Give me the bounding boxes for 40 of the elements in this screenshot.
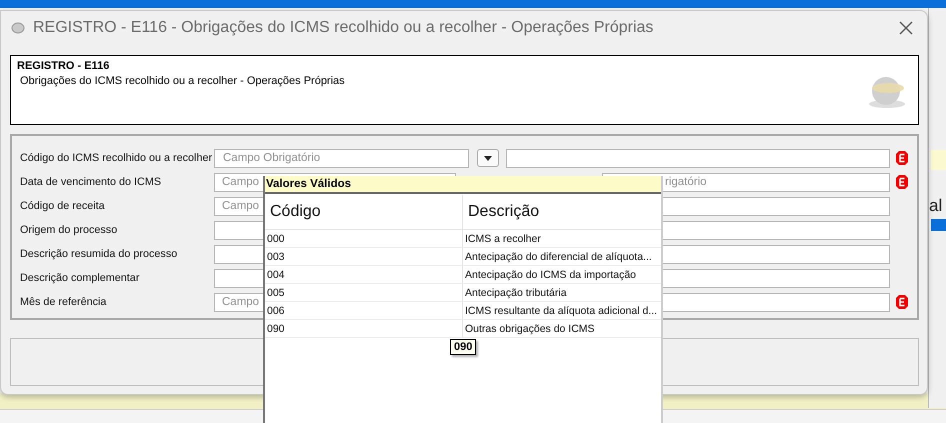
- input-field[interactable]: [506, 148, 890, 168]
- dropdown-button[interactable]: [477, 149, 499, 167]
- field-label: Descrição resumida do processo: [20, 248, 178, 260]
- code-cell: 004: [267, 268, 285, 280]
- description-cell: Antecipação do diferencial de alíquota...: [462, 248, 661, 265]
- column-header[interactable]: Código: [265, 195, 462, 229]
- field-label: Código do ICMS recolhido ou a recolher: [20, 152, 212, 164]
- field-label: Mês de referência: [20, 296, 106, 308]
- field-label: Código de receita: [20, 200, 105, 212]
- selection-bar: [931, 219, 946, 231]
- list-row[interactable]: 000 ICMS a recolher: [265, 230, 661, 248]
- field-label: Origem do processo: [20, 224, 118, 236]
- close-icon[interactable]: [899, 21, 913, 35]
- code-cell: 000: [267, 232, 285, 244]
- list-row[interactable]: 004 Antecipação do ICMS da importação: [265, 266, 661, 284]
- description-cell: ICMS resultante da alíquota adicional d...: [462, 302, 661, 319]
- background-text: al: [929, 196, 942, 216]
- record-code: REGISTRO - E116: [17, 60, 110, 72]
- list-row[interactable]: 003 Antecipação do diferencial de alíquota...: [265, 248, 661, 266]
- description-cell: Antecipação do ICMS da importação: [462, 266, 661, 283]
- code-cell: 006: [267, 304, 285, 316]
- sphere-logo-icon: [866, 74, 908, 110]
- list-row[interactable]: 006 ICMS resultante da alíquota adicional d...: [265, 302, 661, 320]
- highlight-bar: [931, 150, 946, 170]
- column-header[interactable]: Descrição: [462, 195, 661, 229]
- tooltip: 090: [450, 339, 476, 355]
- popup-title: Valores Válidos: [265, 176, 661, 194]
- description-cell: Outras obrigações do ICMS: [462, 320, 661, 337]
- record-description: Obrigações do ICMS recolhido ou a recolher - Operações Próprias: [19, 75, 345, 87]
- description-cell: ICMS a recolher: [462, 230, 661, 247]
- field-label: Descrição complementar: [20, 272, 140, 284]
- description-cell: Antecipação tributária: [462, 284, 661, 301]
- code-cell: 003: [267, 250, 285, 262]
- window-title: REGISTRO - E116 - Obrigações do ICMS recolhido ou a recolher - Operações Próprias: [33, 19, 654, 37]
- field-label: Data de vencimento do ICMS: [20, 176, 162, 188]
- code-cell: 090: [267, 322, 285, 334]
- list-row[interactable]: 005 Antecipação tributária: [265, 284, 661, 302]
- code-cell: 005: [267, 286, 285, 298]
- list-row[interactable]: 090 Outras obrigações do ICMS: [265, 320, 661, 338]
- caret-icon: [484, 156, 492, 160]
